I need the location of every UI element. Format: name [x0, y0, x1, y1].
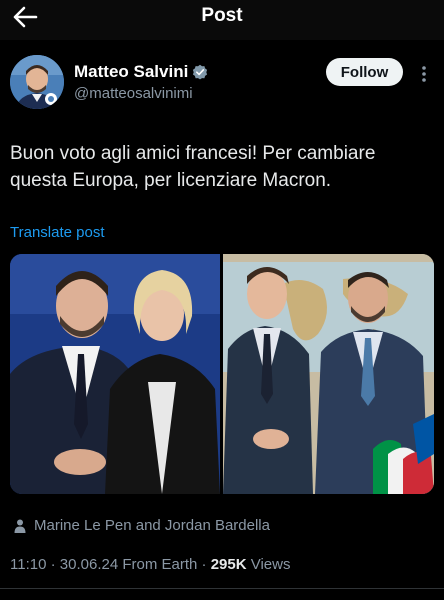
- media-photo-2[interactable]: [223, 254, 434, 494]
- author-handle[interactable]: @matteosalvinimi: [74, 85, 193, 102]
- avatar-image: [10, 55, 64, 109]
- author-name[interactable]: Matteo Salvini: [74, 62, 188, 82]
- post-media[interactable]: [10, 254, 434, 494]
- page-title: Post: [201, 5, 243, 26]
- post-meta: 11:10 · 30.06.24 From Earth · 295K Views: [10, 556, 290, 573]
- more-vertical-icon: [422, 66, 426, 82]
- views-label: Views: [246, 556, 291, 573]
- post-text: Buon voto agli amici francesi! Per cambi…: [10, 143, 376, 191]
- verified-badge-icon: [193, 64, 208, 80]
- media-photo-1[interactable]: [10, 254, 220, 494]
- divider: [0, 588, 444, 589]
- translate-post-link[interactable]: Translate post: [10, 224, 105, 241]
- photo-1-image: [10, 254, 220, 494]
- author-name-row[interactable]: Matteo Salvini: [74, 62, 208, 82]
- follow-button[interactable]: Follow: [326, 58, 403, 86]
- post-source: From Earth: [118, 556, 198, 573]
- post-date[interactable]: 30.06.24: [60, 556, 118, 573]
- views-count[interactable]: 295K: [211, 556, 247, 573]
- more-options-button[interactable]: [414, 64, 434, 84]
- person-icon: [14, 519, 26, 533]
- top-bar: Post: [0, 0, 444, 40]
- avatar[interactable]: [10, 55, 64, 109]
- photo-2-image: [223, 254, 434, 494]
- post-time[interactable]: 11:10: [10, 556, 46, 573]
- tagged-people-label[interactable]: Marine Le Pen and Jordan Bardella: [34, 517, 270, 534]
- meta-separator: ·: [197, 556, 211, 573]
- tagged-people[interactable]: Marine Le Pen and Jordan Bardella: [14, 517, 270, 534]
- meta-separator: ·: [46, 556, 60, 573]
